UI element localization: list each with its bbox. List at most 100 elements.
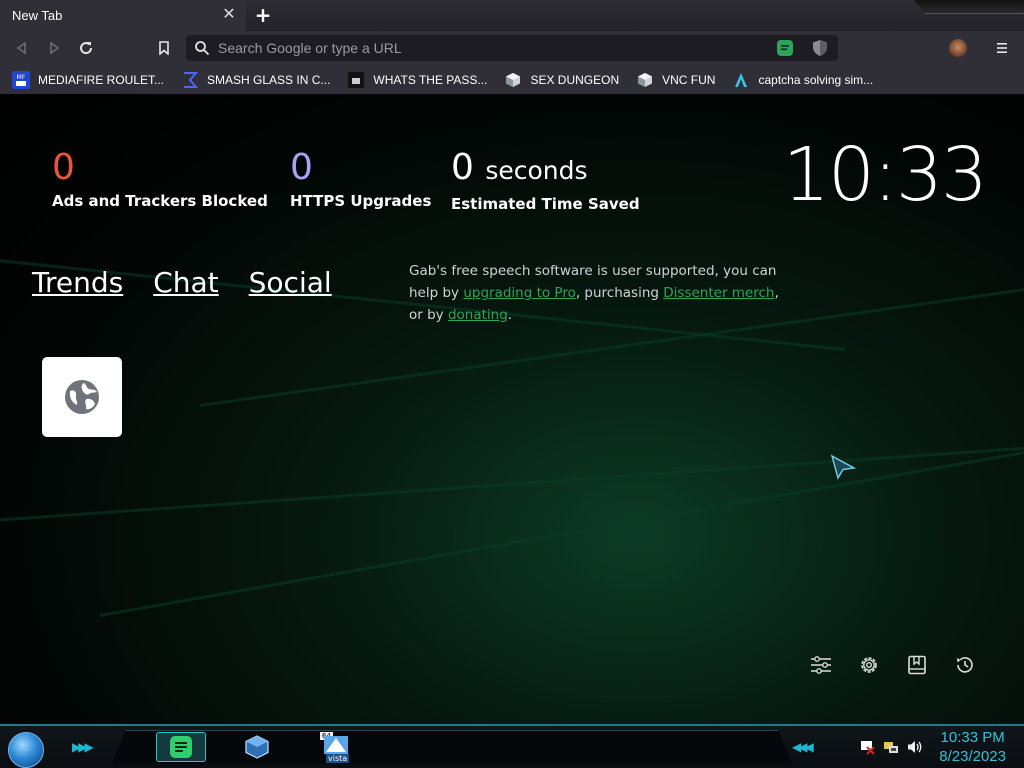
decor-chevrons: ◀◀◀ xyxy=(792,740,814,754)
bookmarks-button[interactable] xyxy=(904,652,930,678)
bookmark-label: VNC FUN xyxy=(662,72,716,87)
reload-icon xyxy=(80,42,93,55)
dissenter-merch-link[interactable]: Dissenter merch xyxy=(663,285,774,301)
settings-gear-icon xyxy=(861,657,877,673)
bookmark-label: captcha solving sim... xyxy=(758,72,874,87)
stat-label: Ads and Trackers Blocked xyxy=(52,192,268,210)
stat-value: 0 xyxy=(451,147,474,188)
gab-support-message: Gab's free speech software is user suppo… xyxy=(409,260,789,326)
stat-value: 0 xyxy=(52,147,75,188)
bookmark-label: SMASH GLASS IN C... xyxy=(207,72,331,87)
close-icon[interactable]: ✕ xyxy=(220,5,238,23)
background-streak xyxy=(0,440,1024,527)
bookmark-label: SEX DUNGEON xyxy=(530,72,620,87)
back-button[interactable] xyxy=(10,36,34,60)
cube-icon xyxy=(636,71,654,89)
page-tools xyxy=(786,652,978,678)
avatar xyxy=(949,39,967,57)
forward-arrow-icon xyxy=(50,41,60,55)
taskbar-app-vista[interactable]: 64 vista xyxy=(310,732,360,763)
search-icon xyxy=(195,41,210,56)
tab-new-tab[interactable]: New Tab ✕ xyxy=(0,0,246,31)
message-text: , purchasing xyxy=(575,285,664,301)
bookmark-item[interactable]: MF MEDIAFIRE ROULET... xyxy=(12,69,164,91)
background-streak xyxy=(99,440,1024,617)
toolbar xyxy=(0,31,1024,65)
terminal-icon xyxy=(347,71,365,89)
vista-label: vista xyxy=(326,754,350,763)
a-logo-icon xyxy=(732,71,750,89)
profile-button[interactable] xyxy=(946,36,970,60)
dissenter-comments-icon[interactable] xyxy=(776,39,794,57)
chat-link[interactable]: Chat xyxy=(153,266,218,299)
bookmarks-icon xyxy=(908,655,926,675)
tray-network-icon[interactable] xyxy=(882,738,900,756)
mouse-cursor-icon xyxy=(830,454,856,480)
bookmark-label: MEDIAFIRE ROULET... xyxy=(38,72,165,87)
taskbar-date: 8/23/2023 xyxy=(939,748,1006,765)
decor-chevrons: ▶▶▶ xyxy=(72,740,94,754)
trends-link[interactable]: Trends xyxy=(32,266,123,299)
bookmark-icon xyxy=(159,41,169,55)
window-decoration xyxy=(914,0,1024,14)
stat-value-row: 0 seconds xyxy=(451,148,640,191)
time-saved-stat: 0 seconds Estimated Time Saved xyxy=(451,148,640,214)
hamburger-menu-icon xyxy=(997,43,1007,53)
donating-link[interactable]: donating xyxy=(448,307,508,323)
gab-chat-icon xyxy=(170,736,192,758)
taskbar-clock[interactable]: 10:33 PM 8/23/2023 xyxy=(939,728,1006,766)
stat-unit: seconds xyxy=(485,156,588,185)
cube-icon xyxy=(504,71,522,89)
bookmark-item[interactable]: VNC FUN xyxy=(636,69,715,91)
upgrade-pro-link[interactable]: upgrading to Pro xyxy=(463,285,576,301)
message-text: . xyxy=(507,307,513,323)
bookmark-label: WHATS THE PASS... xyxy=(373,72,488,87)
customize-sliders-icon xyxy=(811,656,831,674)
system-tray xyxy=(858,738,930,756)
mediafire-icon: MF xyxy=(12,70,30,89)
social-link[interactable]: Social xyxy=(249,266,332,299)
new-tab-page: 0 Ads and Trackers Blocked 0 HTTPS Upgra… xyxy=(0,94,1024,724)
back-arrow-icon xyxy=(16,41,26,55)
taskbar-app-virtualbox[interactable] xyxy=(232,732,282,762)
tray-flag-icon[interactable] xyxy=(858,738,876,756)
https-upgrades-stat: 0 HTTPS Upgrades xyxy=(290,147,432,211)
stat-label: Estimated Time Saved xyxy=(451,195,640,213)
taskbar-app-gab-chat[interactable] xyxy=(156,732,206,762)
tab-title: New Tab xyxy=(12,8,63,23)
omnibox-input[interactable] xyxy=(218,35,748,61)
taskbar: ▶▶▶ 64 vista ◀◀◀ 10:33 PM 8/23/2023 xyxy=(0,724,1024,768)
bookmark-item[interactable]: WHATS THE PASS... xyxy=(347,69,487,91)
top-site-tile[interactable] xyxy=(42,357,122,437)
tab-strip: New Tab ✕ + xyxy=(0,0,1024,31)
bookmark-item[interactable]: captcha solving sim... xyxy=(732,69,873,91)
shield-icon[interactable] xyxy=(812,39,828,57)
virtualbox-icon xyxy=(245,735,269,759)
history-icon xyxy=(957,657,973,673)
svg-text:MF: MF xyxy=(17,74,26,81)
taskbar-time: 10:33 PM xyxy=(940,729,1005,746)
customize-button[interactable] xyxy=(808,652,834,678)
vista-64-icon: 64 vista xyxy=(320,732,350,763)
clock: 10:33 xyxy=(782,132,988,218)
tray-volume-icon[interactable] xyxy=(906,738,924,756)
forward-button[interactable] xyxy=(42,36,66,60)
settings-button[interactable] xyxy=(856,652,882,678)
omnibox[interactable] xyxy=(186,35,955,61)
taskbar-app-strip xyxy=(112,730,792,764)
menu-button[interactable] xyxy=(990,36,1014,60)
globe-icon xyxy=(65,380,99,414)
ads-blocked-stat: 0 Ads and Trackers Blocked xyxy=(52,147,268,211)
start-button[interactable] xyxy=(8,732,44,768)
gab-nav-links: Trends Chat Social xyxy=(32,266,362,299)
bookmark-item[interactable]: SMASH GLASS IN C... xyxy=(181,69,330,91)
sigma-icon xyxy=(181,71,199,89)
stat-value: 0 xyxy=(290,147,313,188)
reload-button[interactable] xyxy=(74,36,98,60)
new-tab-button[interactable]: + xyxy=(252,4,274,26)
stat-label: HTTPS Upgrades xyxy=(290,192,432,210)
bookmark-page-button[interactable] xyxy=(152,36,176,60)
bookmarks-bar: MF MEDIAFIRE ROULET... SMASH GLASS IN C.… xyxy=(0,65,1024,94)
history-button[interactable] xyxy=(952,652,978,678)
bookmark-item[interactable]: SEX DUNGEON xyxy=(504,69,619,91)
